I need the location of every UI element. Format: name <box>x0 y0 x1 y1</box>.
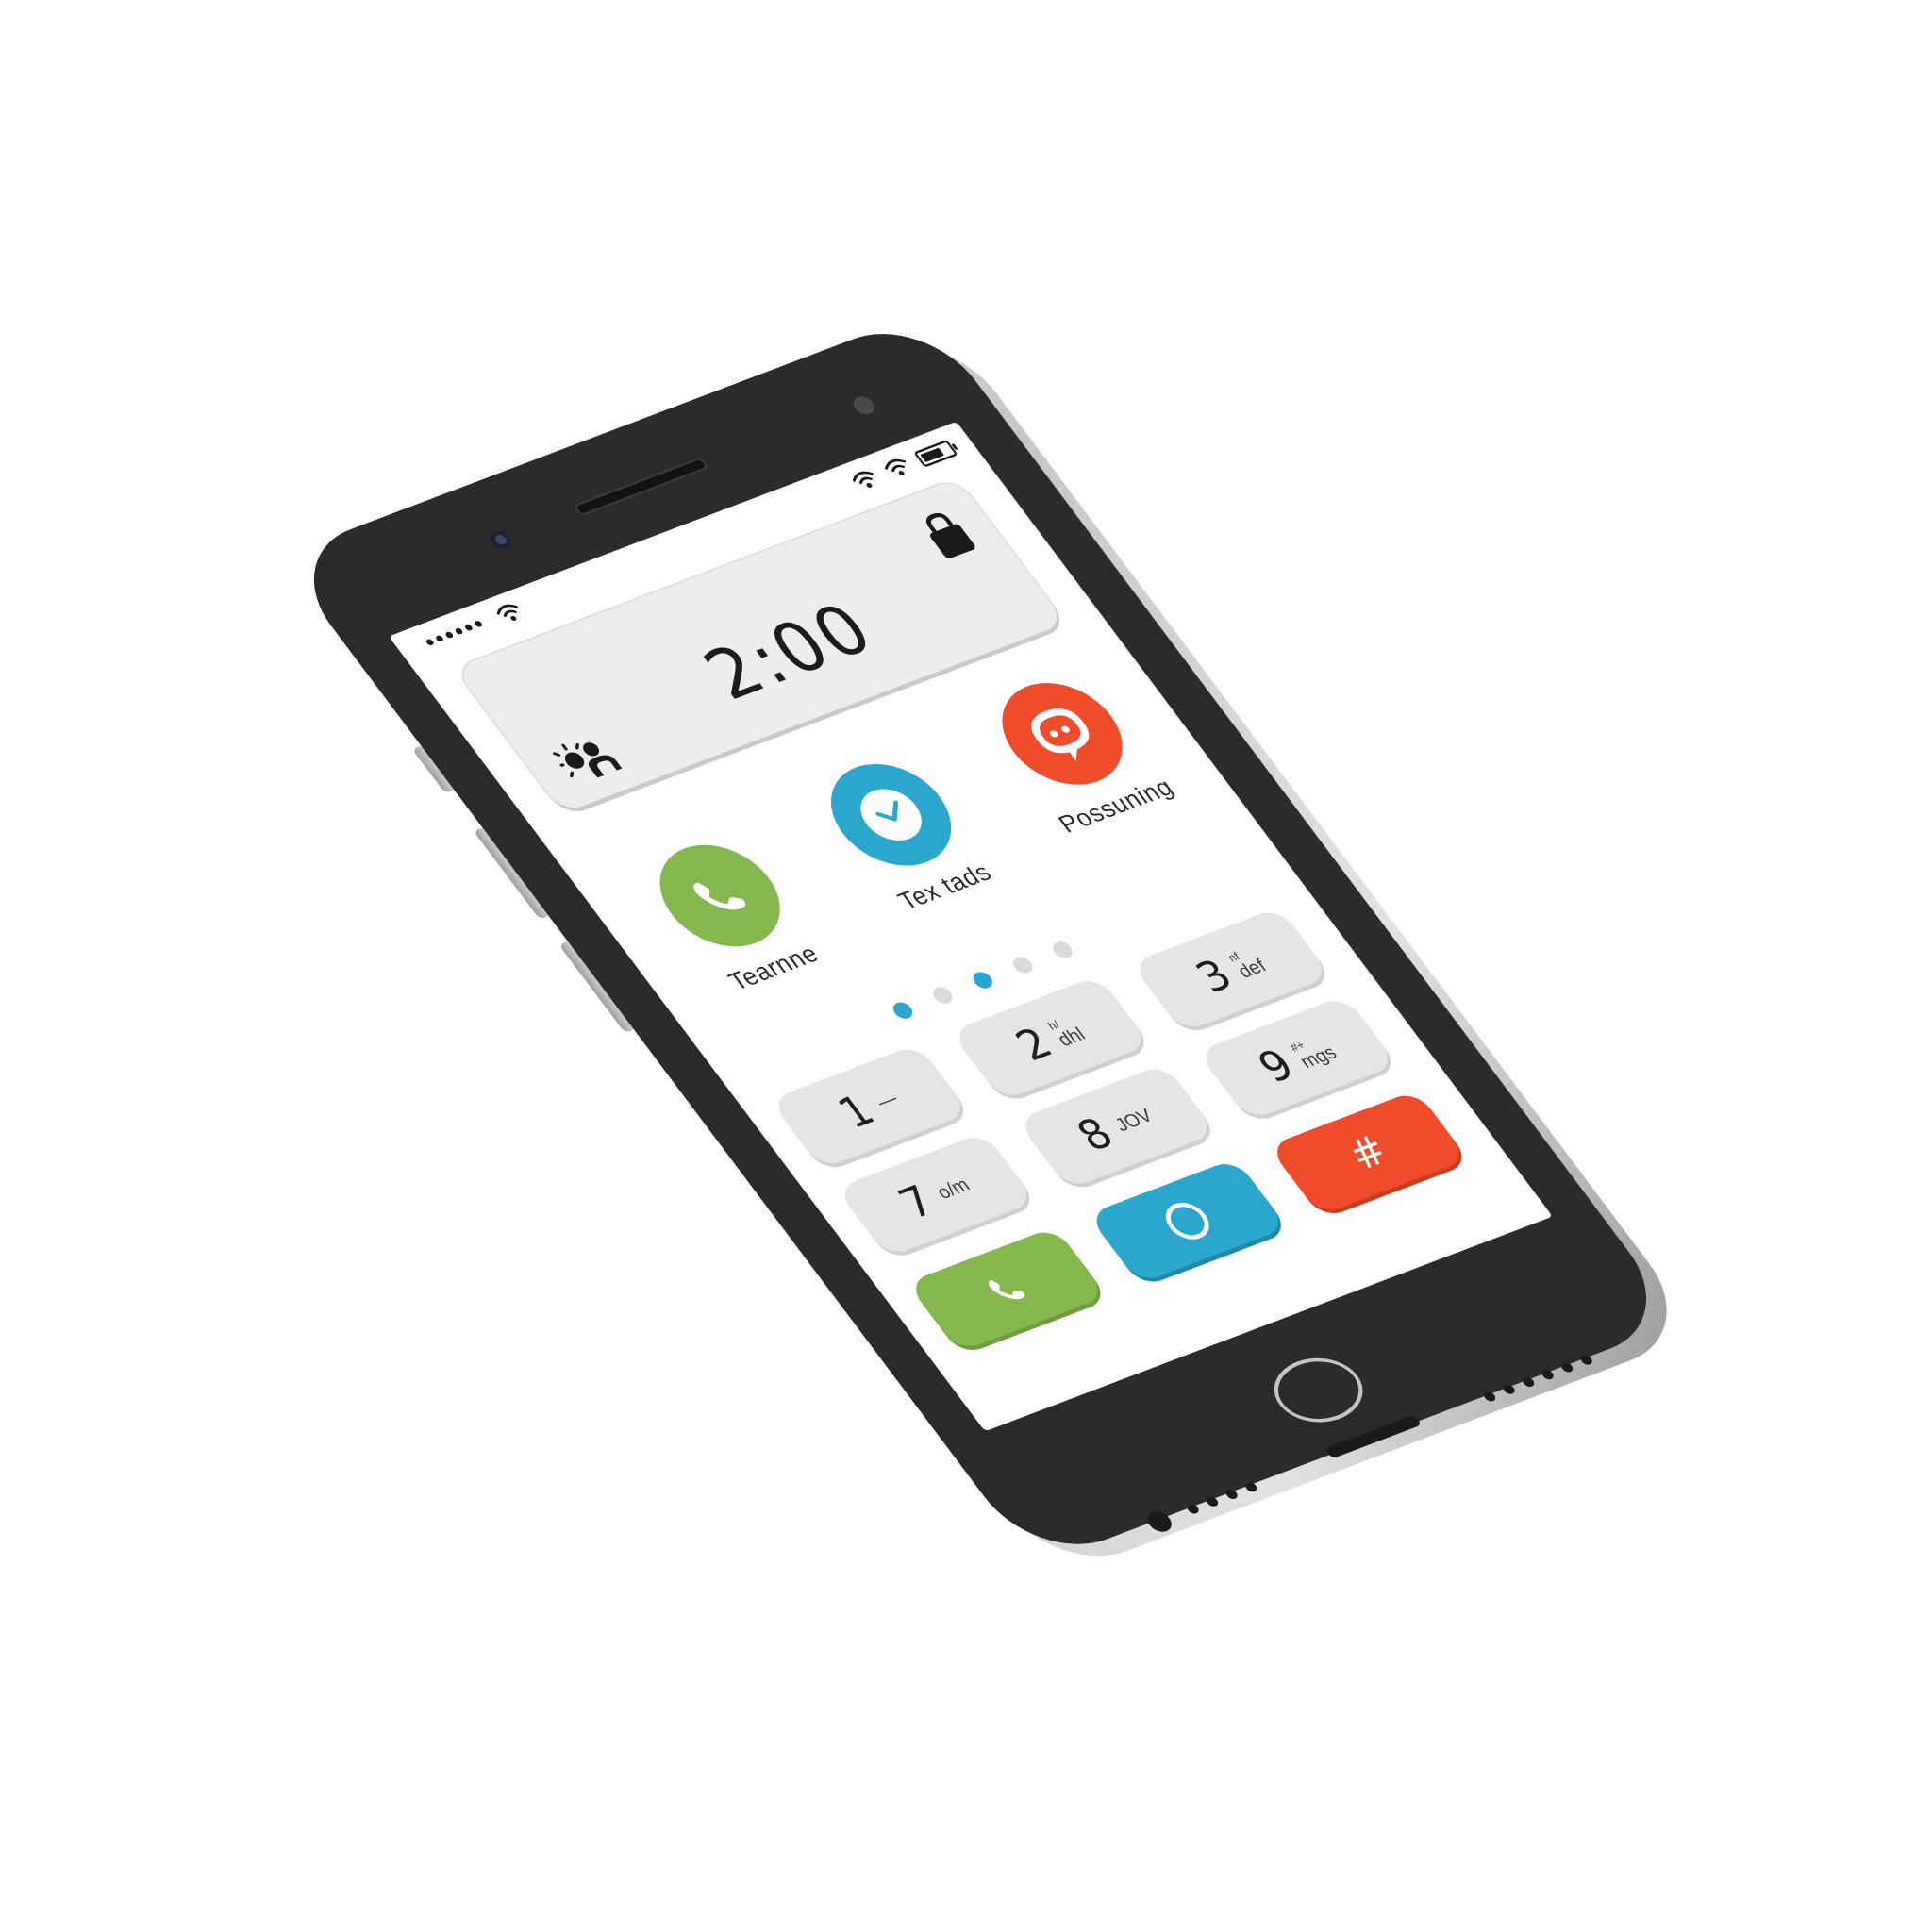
key-letters: #+ mgs <box>1288 1039 1341 1073</box>
proximity-sensor <box>849 393 879 417</box>
hash-button[interactable]: # <box>1268 1090 1469 1216</box>
speaker-hole <box>1520 1375 1537 1389</box>
key-letters: JOV <box>1109 1104 1158 1136</box>
speaker-hole <box>1540 1368 1557 1381</box>
call-button[interactable] <box>907 1226 1108 1353</box>
microphone-hole <box>1204 1495 1221 1508</box>
circle-icon <box>1157 1197 1218 1245</box>
screen: 2:00 Tearnne Tex tads Possuning 1 — 2 h/… <box>389 421 1553 1432</box>
speaker-hole <box>1501 1383 1518 1396</box>
clock-icon <box>860 789 922 841</box>
wifi-icon <box>852 471 874 488</box>
page-dot[interactable] <box>929 984 957 1007</box>
page-dot[interactable] <box>1049 939 1076 961</box>
smartphone: 2:00 Tearnne Tex tads Possuning 1 — 2 h/… <box>278 312 1702 1578</box>
microphone-hole <box>1224 1488 1240 1501</box>
scene: 2:00 Tearnne Tex tads Possuning 1 — 2 h/… <box>0 0 1932 1932</box>
charging-port <box>1324 1414 1423 1459</box>
speaker-hole <box>1578 1354 1595 1367</box>
clock-app-icon[interactable] <box>807 749 975 881</box>
key-letters: nf def <box>1225 950 1271 983</box>
page-dot[interactable] <box>889 999 917 1022</box>
messages-app-icon[interactable] <box>978 668 1146 800</box>
earpiece-speaker <box>572 457 710 517</box>
microphone-hole <box>1242 1480 1259 1493</box>
phone-app-icon[interactable] <box>636 830 805 962</box>
wifi-icon <box>496 604 518 621</box>
weather-person-icon <box>553 742 623 778</box>
lock-icon <box>925 512 975 558</box>
signal-dots-icon <box>425 620 484 646</box>
page-dot[interactable] <box>1008 954 1037 976</box>
clock-time: 2:00 <box>688 588 891 716</box>
hash-icon: # <box>1337 1126 1399 1179</box>
phone-icon <box>988 1280 1025 1300</box>
speaker-hole <box>1481 1390 1498 1403</box>
microphone-hole <box>1185 1503 1201 1516</box>
battery-icon <box>913 440 958 468</box>
phone-icon <box>693 882 746 910</box>
home-circle-button[interactable] <box>1087 1158 1288 1284</box>
key-letters: h/dhl <box>1045 1018 1090 1051</box>
key-letters: — <box>871 1087 903 1113</box>
page-dot[interactable] <box>969 969 997 991</box>
key-letters: o/m <box>931 1174 974 1204</box>
wifi-icon <box>885 458 907 476</box>
headphone-jack <box>1142 1508 1176 1535</box>
speaker-hole <box>1558 1360 1575 1374</box>
front-camera-icon <box>486 528 516 552</box>
chat-bubble-icon <box>1031 708 1090 761</box>
